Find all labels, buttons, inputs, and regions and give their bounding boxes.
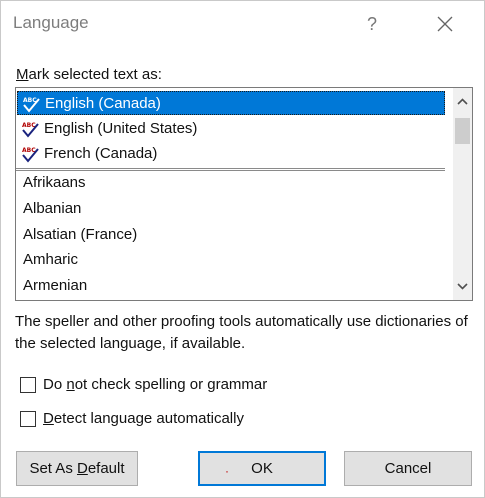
cancel-button[interactable]: Cancel [344,451,472,486]
spelling-check-icon: ABC [22,147,39,163]
detect-language-label: Detect language automatically [43,410,244,427]
label-part: etect language automatically [53,410,244,427]
language-item-label: Amharic [23,251,79,268]
button-label-part: Set As [29,460,77,477]
scroll-down-button[interactable] [453,276,472,296]
focus-marker: · [225,464,229,478]
ok-button[interactable]: · OK [198,451,326,486]
language-dialog: Language ? Mark selected text as: ABC En… [0,0,485,498]
button-label-mnemonic: D [76,460,88,477]
spelling-check-icon: ABC [23,97,40,113]
language-item-french-canada[interactable]: ABC French (Canada) [17,142,445,166]
set-as-default-button[interactable]: Set As Default [16,451,138,486]
spelling-check-icon: ABC [22,122,39,138]
language-item-english-us[interactable]: ABC English (United States) [17,117,445,141]
no-check-spelling-label: Do not check spelling or grammar [43,376,267,393]
chevron-up-icon [457,98,468,105]
language-item-label: Albanian [23,200,82,217]
language-item-label: English (United States) [44,120,198,137]
language-item-english-canada[interactable]: ABC English (Canada) [17,91,445,115]
ok-button-label: OK [251,460,273,477]
language-item-armenian[interactable]: Armenian [17,274,445,298]
close-icon [437,16,453,32]
chevron-down-icon [457,283,468,290]
close-button[interactable] [429,9,461,39]
language-item-afrikaans[interactable]: Afrikaans [17,171,445,195]
label-mnemonic: D [43,410,54,427]
mark-selected-text-label: Mark selected text as: [16,66,162,83]
help-button[interactable]: ? [357,10,387,38]
language-item-label: Afrikaans [23,174,86,191]
label-mnemonic: n [66,376,75,393]
language-item-amharic[interactable]: Amharic [17,248,445,272]
cancel-button-label: Cancel [384,460,432,477]
language-item-label: Alsatian (France) [23,226,138,243]
label-part: Do [43,376,67,393]
language-item-alsatian-france[interactable]: Alsatian (France) [17,223,445,247]
language-item-label: English (Canada) [45,95,161,112]
description-text: The speller and other proofing tools aut… [15,313,468,352]
language-item-label: French (Canada) [44,145,158,162]
language-item-label: Armenian [23,277,88,294]
mark-label-rest: ark selected text as: [28,66,162,83]
dialog-title: Language [13,13,89,32]
scroll-up-button[interactable] [453,92,472,112]
mark-label-mnemonic: M [16,66,29,83]
language-item-albanian[interactable]: Albanian [17,197,445,221]
detect-language-checkbox[interactable] [20,411,36,427]
language-list: ABC English (Canada) ABC English (United… [16,88,453,300]
label-part: ot check spelling or grammar [74,376,268,393]
list-scrollbar[interactable] [453,88,472,300]
title-bar: Language ? [1,1,484,47]
button-label-part: efault [87,460,125,477]
language-listbox[interactable]: ABC English (Canada) ABC English (United… [15,87,473,301]
no-check-spelling-checkbox[interactable] [20,377,36,393]
scroll-thumb[interactable] [455,118,470,144]
